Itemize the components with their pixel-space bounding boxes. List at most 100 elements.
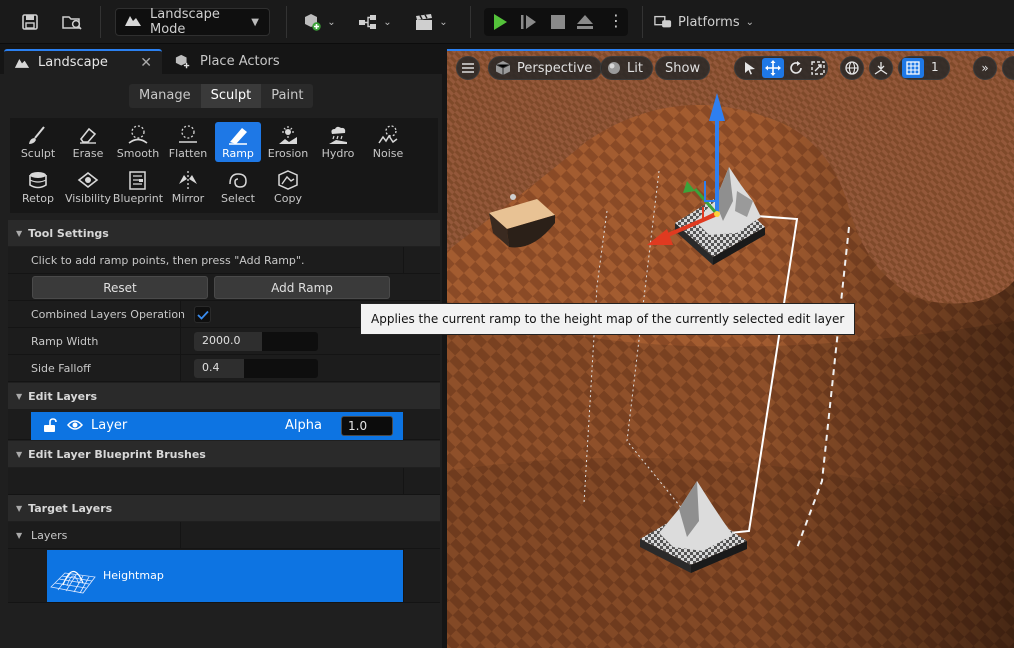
eye-icon[interactable] bbox=[67, 419, 83, 434]
tool-flatten[interactable]: Flatten bbox=[165, 122, 211, 162]
mode-selector[interactable]: Landscape Mode ▼ bbox=[115, 7, 270, 37]
show-button[interactable]: Show bbox=[655, 56, 711, 80]
column-divider bbox=[180, 301, 181, 328]
column-divider bbox=[180, 328, 181, 355]
copy-icon bbox=[276, 169, 300, 191]
retopologize-icon bbox=[26, 169, 50, 191]
tool-blueprint[interactable]: Blueprint bbox=[113, 167, 163, 207]
platforms-button[interactable]: Platforms ⌄ bbox=[654, 8, 754, 36]
column-divider bbox=[180, 355, 181, 382]
grid-snap-group: 1 bbox=[898, 56, 950, 80]
save-icon[interactable] bbox=[16, 8, 44, 36]
double-chevron-right-icon: » bbox=[981, 61, 989, 75]
tool-retop[interactable]: Retop bbox=[15, 167, 61, 207]
checkmark-icon bbox=[196, 310, 209, 320]
lit-sphere-icon bbox=[608, 62, 620, 74]
tool-smooth[interactable]: Smooth bbox=[115, 122, 161, 162]
reset-button[interactable]: Reset bbox=[32, 276, 208, 299]
world-space-button[interactable] bbox=[840, 56, 864, 80]
ramp-width-field[interactable]: 2000.0 bbox=[194, 332, 318, 351]
content-browser-icon[interactable] bbox=[58, 8, 86, 36]
edit-layer-name: Layer bbox=[91, 418, 128, 433]
tool-select[interactable]: Select bbox=[215, 167, 261, 207]
tab-place-actors[interactable]: Place Actors bbox=[164, 49, 294, 74]
tool-visibility[interactable]: Visibility bbox=[65, 167, 111, 207]
chevron-down-icon: ▼ bbox=[251, 16, 259, 28]
cinematics-button[interactable]: ⌄ bbox=[410, 8, 452, 36]
ramp-icon bbox=[226, 124, 250, 146]
tool-mirror[interactable]: Mirror bbox=[165, 167, 211, 207]
close-icon[interactable]: ✕ bbox=[140, 55, 152, 71]
toolbar-separator bbox=[470, 6, 471, 38]
tool-erosion[interactable]: Erosion bbox=[265, 122, 311, 162]
globe-icon bbox=[845, 61, 859, 75]
grid-snap-value[interactable]: 1 bbox=[931, 60, 939, 74]
layers-group-row[interactable]: ▼ Layers bbox=[8, 522, 440, 549]
tab-landscape-label: Landscape bbox=[38, 55, 108, 70]
toolbar-separator bbox=[286, 6, 287, 38]
column-divider bbox=[403, 549, 404, 603]
tool-settings-header[interactable]: ▼ Tool Settings bbox=[8, 220, 440, 246]
heightmap-label: Heightmap bbox=[103, 569, 164, 582]
chevron-down-icon: ⌄ bbox=[439, 16, 448, 28]
platforms-icon bbox=[654, 15, 672, 28]
side-falloff-field[interactable]: 0.4 bbox=[194, 359, 318, 378]
tool-erase[interactable]: Erase bbox=[65, 122, 111, 162]
chevron-down-icon: ⌄ bbox=[383, 16, 392, 28]
visibility-icon bbox=[76, 169, 100, 191]
play-icon[interactable] bbox=[491, 13, 509, 34]
edit-layer-row[interactable]: Layer Alpha 1.0 bbox=[31, 412, 403, 440]
toolbar-separator bbox=[100, 6, 101, 38]
mode-manage[interactable]: Manage bbox=[129, 84, 201, 108]
side-falloff-row: Side Falloff 0.4 bbox=[8, 355, 440, 382]
lit-button[interactable]: Lit bbox=[600, 56, 653, 80]
heightmap-target-layer[interactable]: Heightmap bbox=[47, 550, 403, 602]
surface-snapping-icon bbox=[874, 62, 888, 75]
grid-snap-icon[interactable] bbox=[902, 58, 924, 78]
mode-selector-label: Landscape Mode bbox=[150, 7, 220, 37]
mode-paint[interactable]: Paint bbox=[261, 84, 313, 108]
column-divider bbox=[403, 468, 404, 495]
tool-copy[interactable]: Copy bbox=[265, 167, 311, 207]
blueprint-graph-icon bbox=[359, 15, 377, 29]
select-mode-icon[interactable] bbox=[739, 58, 761, 78]
surface-snap-button[interactable] bbox=[869, 56, 893, 80]
ramp-buttons-row: Reset Add Ramp bbox=[8, 274, 440, 301]
mode-sculpt[interactable]: Sculpt bbox=[200, 84, 262, 108]
add-ramp-button[interactable]: Add Ramp bbox=[214, 276, 390, 299]
tool-noise[interactable]: Noise bbox=[365, 122, 411, 162]
unlock-icon[interactable] bbox=[43, 418, 57, 436]
more-options-button[interactable]: » bbox=[973, 56, 997, 80]
blueprints-button[interactable]: ⌄ bbox=[354, 8, 396, 36]
mode-switch: Manage Sculpt Paint bbox=[129, 84, 314, 108]
ramp-hint-row: Click to add ramp points, then press "Ad… bbox=[8, 247, 440, 274]
translate-mode-icon[interactable] bbox=[762, 58, 784, 78]
hydro-icon bbox=[326, 124, 350, 146]
alpha-field[interactable]: 1.0 bbox=[341, 416, 393, 436]
stop-icon[interactable] bbox=[549, 13, 567, 34]
scale-mode-icon[interactable] bbox=[807, 58, 829, 78]
play-options-icon[interactable]: ⋮ bbox=[608, 12, 624, 30]
level-viewport[interactable]: Perspective Lit Show 1 » bbox=[447, 49, 1014, 648]
eject-icon[interactable] bbox=[576, 13, 594, 34]
edit-layers-header[interactable]: ▼ Edit Layers bbox=[8, 383, 440, 409]
collapse-arrow-icon: ▼ bbox=[16, 449, 23, 459]
rotate-mode-icon[interactable] bbox=[785, 58, 807, 78]
combined-layers-checkbox[interactable] bbox=[194, 306, 211, 323]
tab-landscape[interactable]: Landscape ✕ bbox=[4, 49, 162, 74]
blueprint-brushes-header[interactable]: ▼ Edit Layer Blueprint Brushes bbox=[8, 441, 440, 467]
tool-sculpt[interactable]: Sculpt bbox=[15, 122, 61, 162]
ramp-width-label: Ramp Width bbox=[31, 334, 99, 348]
collapse-arrow-icon: ▼ bbox=[16, 503, 23, 513]
transform-tools-group bbox=[734, 56, 828, 80]
smooth-icon bbox=[126, 124, 150, 146]
target-layers-header[interactable]: ▼ Target Layers bbox=[8, 495, 440, 521]
panel-tabs: Landscape ✕ Place Actors bbox=[0, 46, 442, 74]
tool-hydro[interactable]: Hydro bbox=[315, 122, 361, 162]
perspective-button[interactable]: Perspective bbox=[488, 56, 603, 80]
viewport-options-button[interactable] bbox=[456, 56, 480, 80]
tool-ramp[interactable]: Ramp bbox=[215, 122, 261, 162]
advance-frame-icon[interactable] bbox=[520, 13, 538, 34]
add-actor-button[interactable]: ⌄ bbox=[298, 8, 340, 36]
heightmap-thumbnail-icon bbox=[49, 555, 97, 600]
